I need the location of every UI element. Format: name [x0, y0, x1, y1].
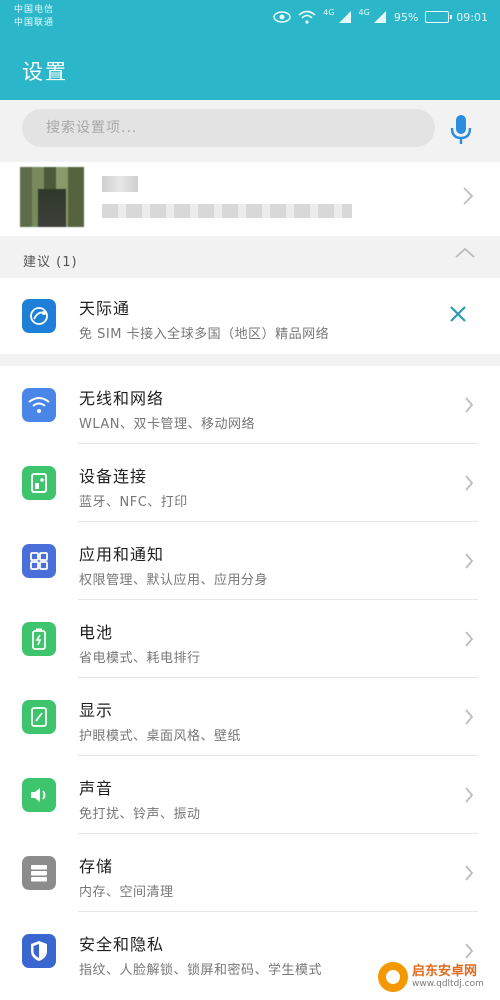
suggestions-title: 建议 (1): [23, 255, 78, 270]
settings-item-subtitle: 省电模式、耗电排行: [79, 651, 201, 666]
microphone-icon[interactable]: [448, 114, 474, 146]
chevron-right-icon: [465, 865, 474, 881]
wifi-status-icon: [298, 10, 316, 24]
signal-2-icon: [373, 11, 386, 23]
settings-item-title: 显示: [79, 701, 114, 720]
settings-item-title: 设备连接: [79, 467, 148, 486]
settings-item-wireless[interactable]: 无线和网络 WLAN、双卡管理、移动网络: [0, 366, 500, 444]
settings-item-subtitle: 蓝牙、NFC、打印: [79, 495, 188, 510]
settings-item-display[interactable]: 显示 护眼模式、桌面风格、壁纸: [0, 678, 500, 756]
battery-status-icon: [425, 11, 453, 23]
account-row[interactable]: [0, 162, 500, 236]
watermark-url: www.qdltdj.com: [412, 979, 484, 989]
chevron-right-icon: [465, 787, 474, 803]
watermark-text: 启东安卓网 www.qdltdj.com: [412, 964, 484, 990]
settings-item-subtitle: WLAN、双卡管理、移动网络: [79, 417, 256, 432]
settings-item-title: 声音: [79, 779, 114, 798]
battery-icon: [22, 622, 56, 656]
settings-item-storage[interactable]: 存储 内存、空间清理: [0, 834, 500, 912]
watermark-name: 启东安卓网: [412, 964, 478, 979]
network-type-1: 4G: [323, 8, 335, 17]
settings-item-title: 电池: [79, 623, 114, 642]
device-connect-icon: [22, 466, 56, 500]
settings-item-subtitle: 护眼模式、桌面风格、壁纸: [79, 729, 242, 744]
settings-item-title: 安全和隐私: [79, 935, 165, 954]
settings-list: 无线和网络 WLAN、双卡管理、移动网络 设备连接 蓝牙、NFC、打印 应用和通…: [0, 366, 500, 1000]
chevron-right-icon: [465, 709, 474, 725]
battery-percent: 95%: [393, 10, 419, 24]
suggestions-header: 建议 (1): [0, 236, 500, 278]
settings-item-battery[interactable]: 电池 省电模式、耗电排行: [0, 600, 500, 678]
eye-icon: [273, 11, 291, 23]
settings-item-subtitle: 权限管理、默认应用、应用分身: [79, 573, 269, 588]
chevron-right-icon: [463, 187, 474, 205]
settings-item-sound[interactable]: 声音 免打扰、铃声、振动: [0, 756, 500, 834]
watermark-logo-icon: [378, 962, 408, 992]
carrier-1: 中国电信: [14, 5, 55, 15]
page-title: 设置: [22, 60, 68, 84]
settings-item-title: 无线和网络: [79, 389, 165, 408]
chevron-right-icon: [465, 631, 474, 647]
status-icons: 4G 4G 95% 09:01: [273, 8, 488, 26]
settings-item-device[interactable]: 设备连接 蓝牙、NFC、打印: [0, 444, 500, 522]
globe-route-icon: [22, 299, 56, 333]
status-bar: 中国电信 中国联通 4G 4G 95% 09:01: [0, 0, 500, 36]
search-row: [0, 100, 500, 162]
apps-grid-icon: [22, 544, 56, 578]
signal-1-icon: [338, 11, 351, 23]
account-detail-redacted: [102, 204, 352, 218]
suggestion-item[interactable]: 天际通 免 SIM 卡接入全球多国（地区）精品网络: [0, 278, 500, 354]
account-name-redacted: [102, 176, 138, 192]
settings-item-subtitle: 内存、空间清理: [79, 885, 174, 900]
settings-item-subtitle: 免打扰、铃声、振动: [79, 807, 201, 822]
speaker-icon: [22, 778, 56, 812]
chevron-right-icon: [465, 397, 474, 413]
close-icon[interactable]: [448, 304, 468, 324]
chevron-right-icon: [465, 553, 474, 569]
chevron-up-icon[interactable]: [454, 246, 476, 260]
clock: 09:01: [456, 10, 488, 24]
wifi-icon: [22, 388, 56, 422]
settings-item-apps[interactable]: 应用和通知 权限管理、默认应用、应用分身: [0, 522, 500, 600]
app-bar: 中国电信 中国联通 4G 4G 95% 09:01 设置: [0, 0, 500, 100]
search-input[interactable]: [22, 109, 435, 147]
settings-item-subtitle: 指纹、人脸解锁、锁屏和密码、学生模式: [79, 963, 323, 978]
settings-item-title: 应用和通知: [79, 545, 165, 564]
display-icon: [22, 700, 56, 734]
settings-item-title: 存储: [79, 857, 114, 876]
shield-icon: [22, 934, 56, 968]
avatar: [20, 167, 84, 227]
chevron-right-icon: [465, 475, 474, 491]
storage-icon: [22, 856, 56, 890]
suggestion-title: 天际通: [79, 299, 131, 318]
carrier-2: 中国联通: [14, 18, 55, 28]
watermark: 启东安卓网 www.qdltdj.com: [378, 958, 496, 996]
suggestion-subtitle: 免 SIM 卡接入全球多国（地区）精品网络: [79, 327, 330, 342]
network-type-2: 4G: [358, 8, 370, 17]
